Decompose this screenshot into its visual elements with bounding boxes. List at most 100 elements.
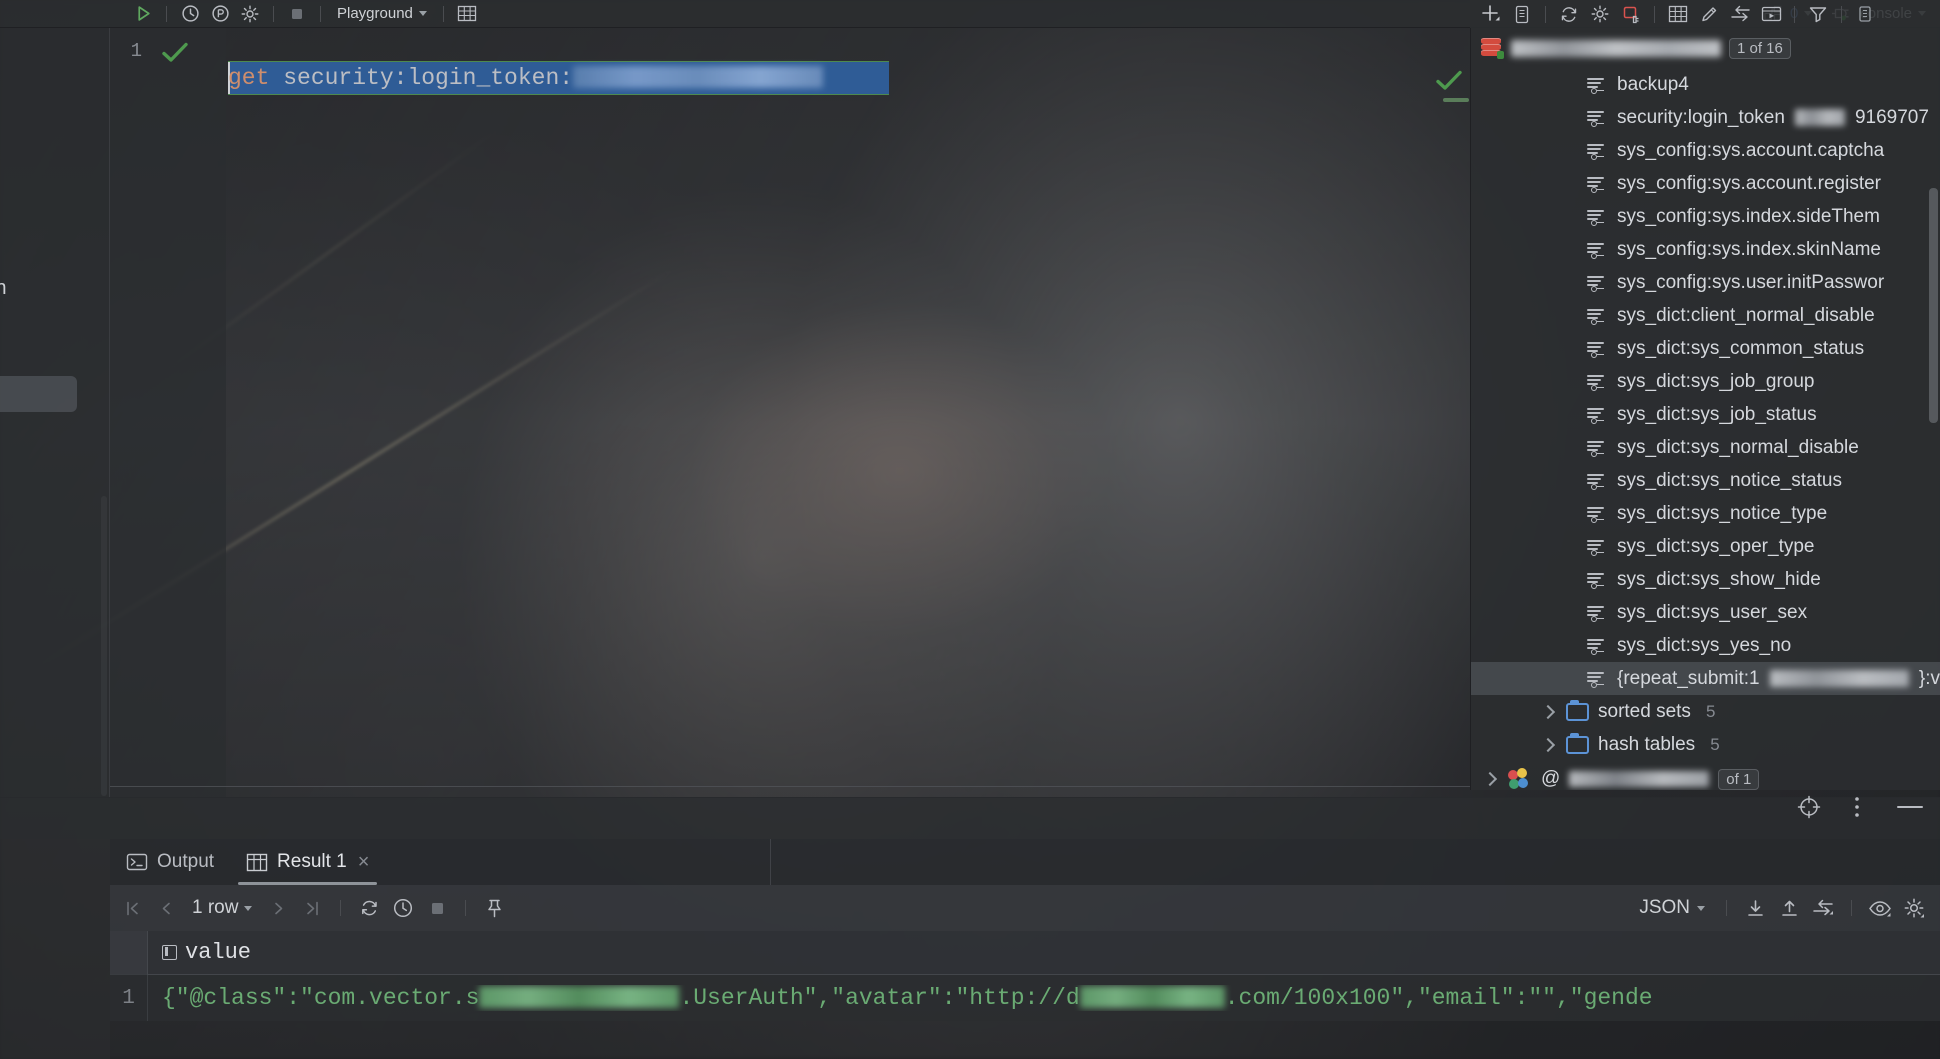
code-rest: security:login_token: [269,65,574,91]
p-circle-icon[interactable] [205,2,235,26]
redis-key-icon [1585,108,1607,128]
table-row[interactable]: 1 {"@class":"com.vector.s .UserAuth","ava… [110,975,1940,1021]
column-header-value[interactable]: value [148,940,251,965]
jump-to-icon[interactable] [1725,2,1755,26]
tree-key-row[interactable]: sys_dict:sys_normal_disable [1471,431,1940,464]
console-window-icon[interactable] [1756,2,1786,26]
tree-key-row[interactable]: sys_dict:sys_notice_status [1471,464,1940,497]
tree-key-row[interactable]: sys_dict:sys_job_group [1471,365,1940,398]
tree-key-row[interactable]: sys_dict:sys_notice_type [1471,497,1940,530]
redis-key-icon [1585,537,1607,557]
schema-selector[interactable]: Playground [329,3,435,24]
panel-float-controls [1794,795,1930,819]
prev-page-icon[interactable] [150,893,182,923]
duplicate-icon[interactable] [1507,2,1537,26]
query-editor[interactable]: 1 get security:login_token: [0,28,1470,798]
code-line-1[interactable]: get security:login_token: [228,61,824,95]
table-icon[interactable] [452,2,482,26]
eye-icon[interactable] [1864,893,1896,923]
cell-suffix: .com/100x100","email":"","gende [1224,985,1653,1011]
chevron-right-icon[interactable] [1482,771,1498,787]
tree-key-label: sys_dict:sys_oper_type [1617,535,1815,557]
cell-value[interactable]: {"@class":"com.vector.s .UserAuth","avata… [148,985,1653,1011]
tree-key-row[interactable]: sys_config:sys.account.captcha [1471,134,1940,167]
upload-icon[interactable] [1773,893,1805,923]
refresh-icon[interactable] [1554,2,1584,26]
tree-key-row[interactable]: {repeat_submit:1}:v [1471,662,1940,695]
tree-key-row[interactable]: sys_config:sys.index.sideThem [1471,200,1940,233]
tree-key-row[interactable]: backup4 [1471,68,1940,101]
minimize-icon[interactable] [1890,795,1930,819]
stop-square-icon[interactable] [282,2,312,26]
clock-history-icon[interactable] [175,2,205,26]
column-icon [162,945,177,960]
row-count-selector[interactable]: 1 row [184,897,260,919]
refresh-icon[interactable] [353,893,385,923]
close-icon[interactable]: × [358,851,370,874]
chevron-right-icon[interactable] [1540,737,1556,752]
tab-result-1[interactable]: Result 1 × [230,839,385,885]
terminal-icon [126,853,148,871]
tree-key-row[interactable]: sys_config:sys.account.register [1471,167,1940,200]
tree-key-row[interactable]: sys_dict:sys_job_status [1471,398,1940,431]
chevron-right-icon[interactable] [1540,704,1556,719]
last-page-icon[interactable] [296,893,328,923]
tree-key-row[interactable]: sys_dict:client_normal_disable [1471,299,1940,332]
redis-key-icon [1585,372,1607,392]
tree-connection-header[interactable]: 1 of 16 [1471,28,1940,68]
tree-scrollbar[interactable] [1929,188,1938,423]
tree-key-label: backup4 [1617,73,1689,95]
tree-folder-list[interactable]: sorted sets 5 hash tables 5 [1471,695,1940,761]
tree-folder-row[interactable]: hash tables 5 [1471,728,1940,761]
download-icon[interactable] [1739,893,1771,923]
filter-funnel-icon[interactable] [1803,2,1833,26]
tree-key-label: sys_dict:sys_yes_no [1617,634,1792,656]
tab-output[interactable]: Output [110,839,230,885]
run-play-icon[interactable] [128,2,158,26]
settings-gear-icon[interactable] [1585,2,1615,26]
database-tree-panel[interactable]: 1 of 16 backup4 security:login_token 91697… [1470,28,1940,790]
tree-key-row[interactable]: security:login_token 9169707 [1471,101,1940,134]
tree-key-label: sys_dict:sys_show_hide [1617,568,1821,590]
tree-key-row[interactable]: sys_dict:sys_oper_type [1471,530,1940,563]
more-vertical-icon[interactable] [1842,795,1872,819]
tree-key-list[interactable]: backup4 security:login_token 9169707 sys_co… [1471,68,1940,695]
next-page-icon[interactable] [262,893,294,923]
tree-key-row[interactable]: sys_dict:sys_common_status [1471,332,1940,365]
edit-pencil-icon[interactable] [1694,2,1724,26]
first-page-icon[interactable] [116,893,148,923]
gear-icon[interactable] [235,2,265,26]
tree-key-label: sys_dict:sys_job_group [1617,370,1815,392]
tree-key-row[interactable]: sys_config:sys.index.skinName [1471,233,1940,266]
format-selector[interactable]: JSON [1630,894,1714,922]
gear-icon[interactable] [1898,893,1930,923]
table-icon [246,853,268,872]
tree-key-row[interactable]: sys_config:sys.user.initPasswor [1471,266,1940,299]
tree-key-label: sys_dict:sys_notice_type [1617,502,1828,524]
chevron-down-icon [418,11,427,16]
tree-key-row[interactable]: sys_dict:sys_yes_no [1471,629,1940,662]
tree-key-row[interactable]: sys_dict:sys_show_hide [1471,563,1940,596]
redis-key-icon [1585,75,1607,95]
cell-redacted-1 [479,986,680,1008]
table-grid-icon[interactable] [1663,2,1693,26]
row-count-label: 1 row [192,897,239,918]
tree-folder-count: 5 [1705,701,1716,721]
stop-square-icon[interactable] [421,893,453,923]
transpose-icon[interactable] [1807,893,1839,923]
crosshair-target-icon[interactable] [1794,795,1824,819]
sidebar-collapse-icon[interactable] [1850,2,1880,26]
tree-key-label: sys_dict:sys_normal_disable [1617,436,1859,458]
add-new-icon[interactable] [1476,2,1506,26]
clock-history-icon[interactable] [387,893,419,923]
disconnect-icon[interactable] [1616,2,1646,26]
left-ghost-button[interactable] [0,376,77,412]
pin-icon[interactable] [478,893,510,923]
tree-key-row[interactable]: sys_dict:sys_user_sex [1471,596,1940,629]
tree-root-row[interactable]: @ of 1 [1471,761,1940,790]
redis-key-icon [1585,570,1607,590]
tree-folder-row[interactable]: sorted sets 5 [1471,695,1940,728]
redis-key-icon [1585,669,1607,689]
cell-prefix: {"@class":"com.vector.s [162,985,480,1011]
results-tabstrip: Output Result 1 × [110,839,1940,885]
